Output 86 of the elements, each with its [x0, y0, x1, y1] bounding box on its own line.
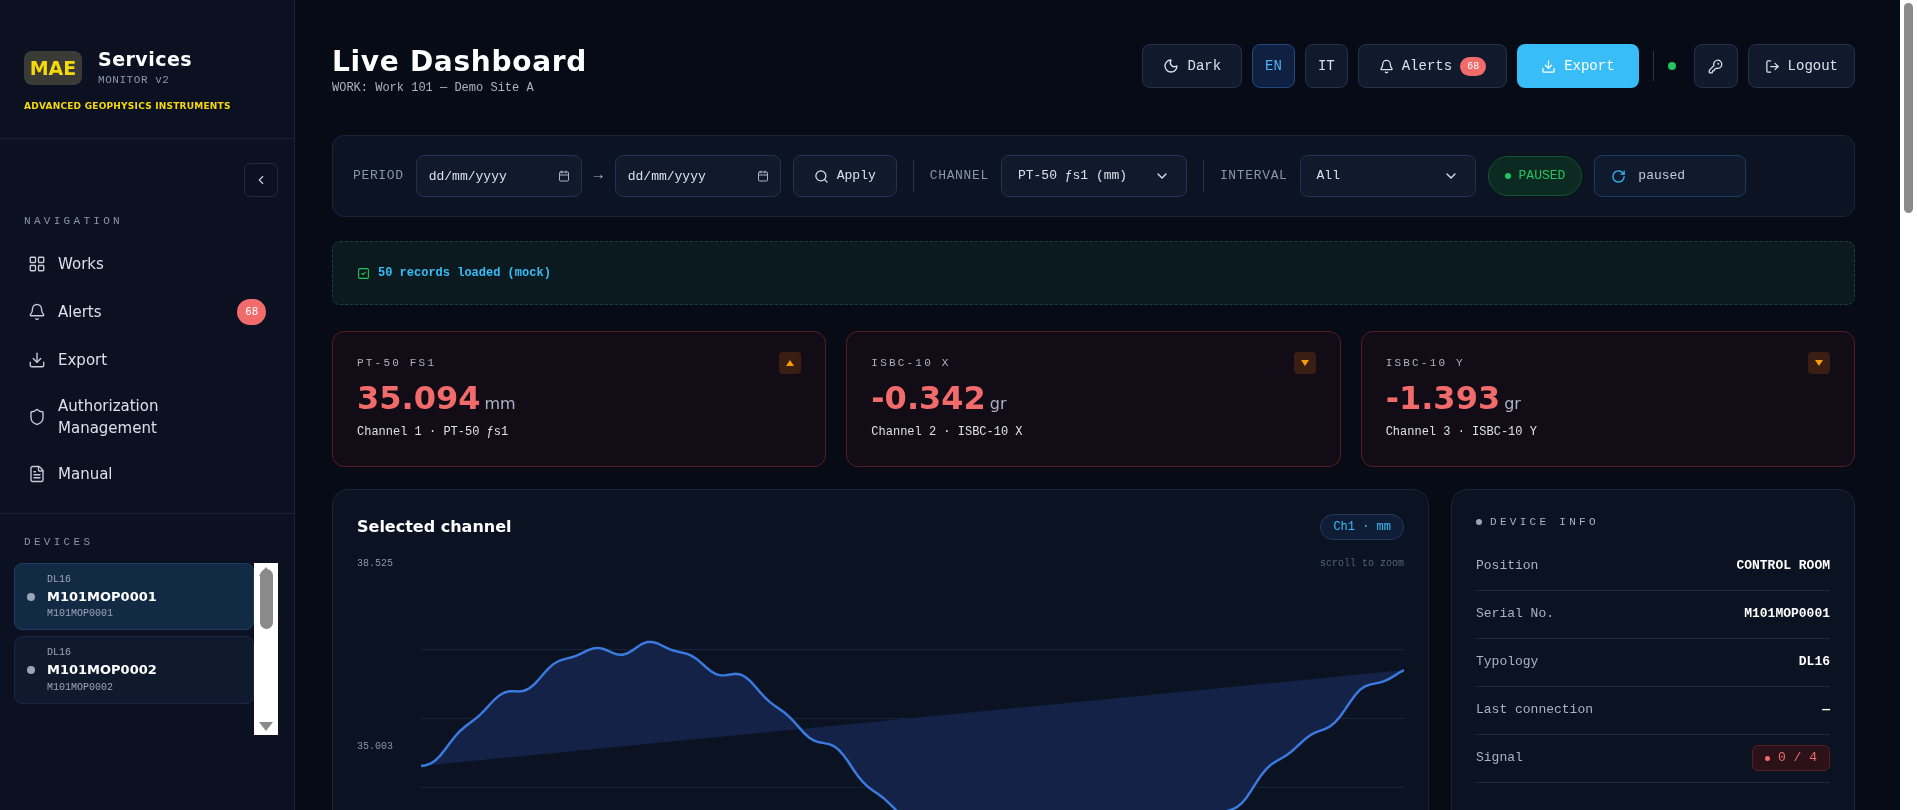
- key-button[interactable]: [1693, 44, 1738, 88]
- info-label: Last connection: [1476, 701, 1594, 720]
- checkbox-icon: [357, 266, 370, 280]
- page-title: Live Dashboard: [332, 44, 587, 79]
- range-arrow: →: [593, 165, 603, 186]
- bell-icon: [28, 303, 46, 322]
- filter-label: INTERVAL: [1219, 167, 1288, 186]
- scrollbar[interactable]: [254, 562, 278, 735]
- panel-title: Selected channel: [357, 516, 512, 538]
- metric-caption: Channel 1 · PT-50 ƒs1: [357, 425, 509, 439]
- axis-label: 38.525: [357, 557, 394, 571]
- shield-icon: [28, 408, 46, 427]
- brand-title: Services: [98, 48, 193, 72]
- metric-value: 35.094: [357, 378, 481, 418]
- date-field[interactable]: dd/mm/yyyy: [415, 155, 582, 197]
- download-icon: [28, 351, 46, 370]
- info-label: Position: [1476, 557, 1539, 576]
- search-icon: [813, 168, 829, 184]
- brand-subtitle: MONITOR v2: [98, 72, 171, 88]
- nav-item[interactable]: Works: [16, 241, 278, 288]
- info-label: Signal: [1476, 749, 1523, 768]
- bell-icon: [1378, 58, 1394, 74]
- device-item[interactable]: DL16 M101MOP0002 M101MOP0002: [14, 636, 254, 704]
- logout-button[interactable]: Logout: [1747, 44, 1855, 88]
- page-scrollbar[interactable]: [1900, 0, 1917, 810]
- device-serial: M101MOP0002: [47, 680, 114, 695]
- channel-select[interactable]: PT-50 ƒs1 (mm): [1000, 155, 1187, 197]
- axis-label: 35.003: [357, 740, 394, 754]
- nav-item[interactable]: Authorization Management: [16, 383, 278, 452]
- metric-caption: Channel 2 · ISBC-10 X: [871, 425, 1023, 439]
- info-value: CONTROL ROOM: [1736, 557, 1830, 576]
- refresh-button[interactable]: paused: [1594, 155, 1747, 197]
- nav-item[interactable]: Alerts 68: [16, 287, 278, 338]
- count-badge: 68: [1460, 56, 1487, 76]
- language-button[interactable]: IT: [1304, 44, 1348, 88]
- nav-item[interactable]: Export: [16, 337, 278, 384]
- download-icon: [1541, 58, 1557, 74]
- filter-label: PERIOD: [353, 167, 404, 186]
- brand-tagline: ADVANCED GEOPHYSICS INSTRUMENTS: [24, 100, 232, 114]
- hint-text: scroll to zoom: [1320, 557, 1404, 571]
- panel-heading: DEVICE INFO: [1490, 515, 1599, 530]
- language-button[interactable]: EN: [1252, 44, 1295, 88]
- alerts-button[interactable]: Alerts 68: [1357, 44, 1508, 88]
- metric-unit: gr: [1504, 393, 1521, 415]
- logout-icon: [1764, 58, 1780, 74]
- metric-unit: gr: [989, 393, 1007, 415]
- metric-value: -1.393: [1385, 378, 1501, 418]
- apply-button[interactable]: Apply: [792, 155, 897, 197]
- moon-icon: [1163, 58, 1180, 74]
- page-subtitle: WORK: Work 101 — Demo Site A: [332, 80, 535, 97]
- metric-label: ISBC-10 X: [871, 355, 951, 371]
- document-icon: [28, 465, 46, 484]
- info-value: DL16: [1798, 653, 1830, 672]
- info-value: M101MOP0001: [1744, 605, 1830, 624]
- metric-label: PT-50 FS1: [357, 355, 437, 371]
- metric-unit: mm: [484, 393, 516, 415]
- info-label: Serial No.: [1476, 605, 1554, 624]
- logo: MAE: [24, 51, 82, 86]
- key-icon: [1708, 58, 1724, 74]
- section-heading: DEVICES: [23, 535, 95, 551]
- calendar-icon: [756, 170, 769, 182]
- info-value: —: [1822, 701, 1830, 720]
- device-serial: M101MOP0001: [47, 607, 114, 622]
- metric-label: ISBC-10 Y: [1385, 355, 1465, 371]
- channel-badge: Ch1 · mm: [1320, 514, 1404, 540]
- section-heading: NAVIGATION: [23, 213, 124, 229]
- interval-select[interactable]: All: [1299, 155, 1476, 197]
- status-pill: PAUSED: [1487, 156, 1583, 196]
- device-type: DL16: [47, 572, 72, 587]
- device-name: M101MOP0002: [47, 661, 157, 680]
- date-field[interactable]: dd/mm/yyyy: [614, 155, 781, 197]
- refresh-icon: [1611, 168, 1627, 184]
- info-label: Typology: [1476, 653, 1539, 672]
- grid-icon: [28, 255, 46, 274]
- device-item[interactable]: DL16 M101MOP0001 M101MOP0001: [14, 562, 254, 631]
- notice-text: 50 records loaded (mock): [378, 265, 551, 282]
- count-badge: 68: [237, 299, 266, 326]
- calendar-icon: [557, 170, 570, 182]
- signal-badge: 0 / 4: [1752, 745, 1830, 771]
- theme-button[interactable]: Dark: [1142, 44, 1243, 88]
- metric-value: -0.342: [871, 378, 986, 418]
- filter-label: CHANNEL: [929, 167, 989, 186]
- nav-item[interactable]: Manual: [16, 451, 278, 498]
- device-type: DL16: [47, 646, 72, 661]
- metric-caption: Channel 3 · ISBC-10 Y: [1385, 425, 1537, 439]
- device-name: M101MOP0001: [47, 587, 157, 606]
